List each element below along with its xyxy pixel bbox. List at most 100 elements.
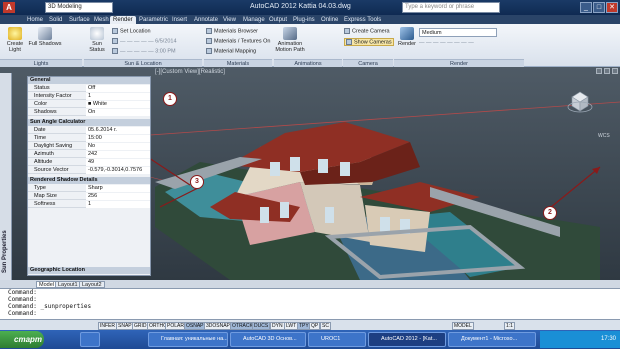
materials-browser-button[interactable]: Materials Browser (206, 28, 258, 34)
command-history-line: Command: _sunproperties (8, 303, 92, 310)
panel-title-sun-location[interactable]: Sun & Location (84, 59, 202, 67)
property-row[interactable]: Map Size 256 (28, 193, 150, 200)
property-row[interactable]: Color ■ White (28, 101, 150, 108)
status-qp[interactable]: QP (309, 322, 321, 330)
tab-home[interactable]: Home (24, 16, 46, 24)
panel-title-camera[interactable]: Camera (343, 59, 393, 67)
taskbar-item[interactable]: Документ1 - Microso... (448, 332, 536, 347)
time-slider[interactable]: — — — — — 3:00 PM (112, 48, 176, 54)
property-row[interactable]: Source Vector -0.579,-0.3014,0.7576 (28, 167, 150, 174)
camera-icon (344, 28, 350, 34)
wcs-label[interactable]: WCS (598, 133, 610, 139)
section-general[interactable]: General (28, 77, 150, 84)
tab-parametric[interactable]: Parametric (136, 16, 171, 24)
layout-tabs: Model Layout1 Layout2 (0, 280, 620, 288)
tab-render[interactable]: Render (110, 16, 136, 24)
panel-title-render[interactable]: Render (394, 59, 524, 67)
create-camera-button[interactable]: Create Camera (344, 28, 390, 34)
create-light-button[interactable]: Create Light (3, 27, 27, 53)
panel-title-lights[interactable]: Lights (0, 59, 82, 67)
tab-surface[interactable]: Surface (66, 16, 93, 24)
materials-textures-button[interactable]: Materials / Textures On (206, 38, 270, 44)
property-row[interactable]: Intensity Factor 1 (28, 93, 150, 100)
property-row[interactable]: Type Sharp (28, 185, 150, 192)
callout-1: 1 (163, 92, 177, 106)
panel-title-materials[interactable]: Materials (204, 59, 272, 67)
material-mapping-button[interactable]: Material Mapping (206, 48, 256, 54)
tab-manage[interactable]: Manage (240, 16, 268, 24)
ribbon-tabs: Home Solid Surface Mesh Render Parametri… (0, 15, 620, 24)
status-infer[interactable]: INFER (98, 322, 117, 330)
status-3dosnap[interactable]: 3DOSNAP (204, 322, 232, 330)
command-history-line: Command: (8, 289, 37, 296)
tab-mesh[interactable]: Mesh (91, 16, 112, 24)
sun-icon (90, 27, 104, 40)
shadow-icon (38, 27, 52, 40)
taskbar-item[interactable]: Главная: уникальные на... (148, 332, 228, 347)
callout-3: 3 (190, 175, 204, 189)
annotation-scale[interactable]: 1:1 (504, 322, 515, 330)
date-slider[interactable]: — — — — — 6/5/2014 (112, 38, 177, 44)
tab-online[interactable]: Online (318, 16, 341, 24)
teapot-icon (400, 27, 414, 40)
render-button[interactable]: Render (396, 27, 418, 47)
minimize-button[interactable]: _ (580, 2, 592, 13)
search-input[interactable]: Type a keyword or phrase (402, 2, 500, 13)
command-input[interactable]: Command: (0, 310, 620, 317)
property-row[interactable]: Azimuth 242 (28, 151, 150, 158)
tab-layout2[interactable]: Layout2 (79, 281, 105, 288)
status-sc[interactable]: SC (320, 322, 331, 330)
section-geographic-location[interactable]: Geographic Location (28, 267, 150, 274)
tab-insert[interactable]: Insert (169, 16, 190, 24)
section-rendered-shadow-details[interactable]: Rendered Shadow Details (28, 177, 150, 184)
title-bar: A 3D Modeling AutoCAD 2012 Kattia 04.03.… (0, 0, 620, 15)
textures-icon (206, 38, 212, 44)
property-row[interactable]: Time 15:00 (28, 135, 150, 142)
status-dyn[interactable]: DYN (270, 322, 285, 330)
property-row[interactable]: Date 05.6.2014 г. (28, 127, 150, 134)
tab-view[interactable]: View (220, 16, 239, 24)
tab-model[interactable]: Model (36, 281, 57, 288)
tab-layout1[interactable]: Layout1 (55, 281, 81, 288)
full-shadows-button[interactable]: Full Shadows (28, 27, 62, 47)
sun-status-button[interactable]: Sun Status (86, 27, 108, 53)
status-model[interactable]: MODEL (452, 322, 474, 330)
status-osnap[interactable]: OSNAP (184, 322, 206, 330)
status-polar[interactable]: POLAR (165, 322, 186, 330)
command-line[interactable]: Command: Command: Command: _sunpropertie… (0, 288, 620, 319)
section-sun-angle-calculator[interactable]: Sun Angle Calculator (28, 119, 150, 126)
ribbon: Create Light Full Shadows Lights Sun Sta… (0, 24, 620, 67)
property-row[interactable]: Softness 1 (28, 201, 150, 208)
taskbar-item[interactable] (80, 332, 100, 347)
palette-title-strip[interactable]: Sun Properties (0, 73, 12, 281)
maximize-button[interactable]: □ (593, 2, 605, 13)
sun-properties-palette: General Status Off Intensity Factor 1 Colo… (27, 76, 151, 276)
property-row[interactable]: Status Off (28, 85, 150, 92)
status-bar: INFER SNAP GRID ORTHO POLAR OSNAP 3DOSNA… (0, 319, 620, 330)
motion-path-icon (283, 27, 297, 40)
set-location-button[interactable]: Set Location (112, 28, 151, 34)
tab-plugins[interactable]: Plug-ins (290, 16, 318, 24)
property-row[interactable]: Shadows On (28, 109, 150, 116)
autocad-logo-icon[interactable]: A (3, 2, 15, 13)
taskbar-item[interactable]: UROC1 (308, 332, 366, 347)
render-preset-dropdown[interactable]: Medium (419, 28, 497, 37)
animation-motion-path-button[interactable]: Animation Motion Path (274, 27, 306, 53)
close-button[interactable]: ✕ (606, 2, 618, 13)
start-button[interactable]: старт (0, 331, 44, 348)
panel-title-animations[interactable]: Animations (274, 59, 342, 67)
status-snap[interactable]: SNAP (116, 322, 134, 330)
property-row[interactable]: Altitude 49 (28, 159, 150, 166)
system-tray-clock[interactable]: 17:30 (540, 331, 620, 348)
workspace-dropdown[interactable]: 3D Modeling (45, 2, 113, 13)
tab-annotate[interactable]: Annotate (191, 16, 221, 24)
property-row[interactable]: Daylight Saving No (28, 143, 150, 150)
tab-output[interactable]: Output (266, 16, 290, 24)
status-ducs[interactable]: DUCS (252, 322, 271, 330)
tab-solid[interactable]: Solid (46, 16, 65, 24)
show-cameras-toggle[interactable]: Show Cameras (344, 38, 394, 47)
taskbar-item-active[interactable]: AutoCAD 2012 - [Kat... (368, 332, 446, 347)
tab-express-tools[interactable]: Express Tools (341, 16, 384, 24)
render-output-size[interactable]: — — — — — — — — (419, 40, 474, 46)
taskbar-item[interactable]: AutoCAD 3D Основ... (230, 332, 306, 347)
